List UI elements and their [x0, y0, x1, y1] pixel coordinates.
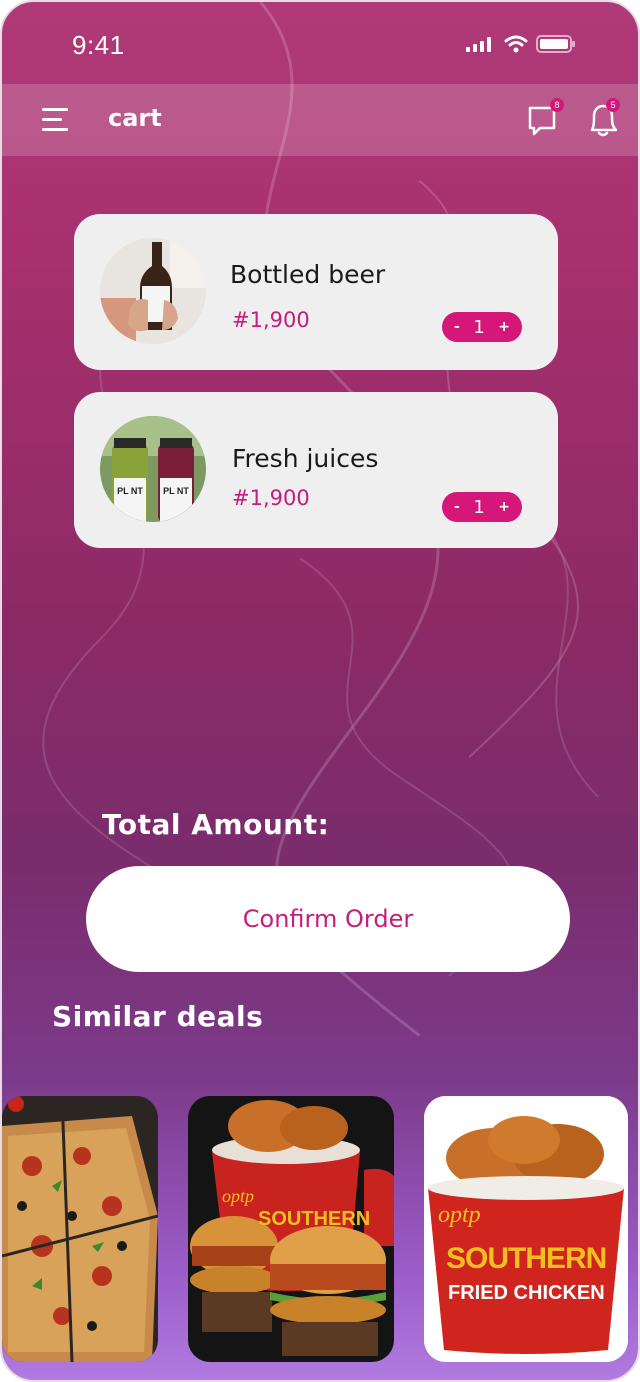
item-price: #1,900: [232, 486, 310, 510]
quantity-value: 1: [473, 496, 485, 518]
chat-badge: 8: [550, 98, 564, 112]
pizza-image: [2, 1096, 158, 1362]
cart-item[interactable]: PL NT PL NT Fresh juices #1,900 - 1 +: [74, 392, 558, 548]
quantity-stepper: - 1 +: [442, 492, 522, 522]
deal-card-chicken-burgers[interactable]: optp SOUTHERN: [188, 1096, 394, 1362]
signal-icon: [466, 37, 491, 52]
juice-bottle-label: PL NT: [163, 486, 189, 496]
bucket-brand: optp: [438, 1202, 481, 1228]
bucket-text-southern: SOUTHERN: [446, 1242, 607, 1275]
chicken-bucket-image: [424, 1096, 628, 1362]
menu-icon[interactable]: [42, 108, 70, 132]
deal-card-southern-fried-chicken[interactable]: optp SOUTHERN FRIED CHICKEN: [424, 1096, 628, 1362]
increase-qty-button[interactable]: +: [498, 319, 510, 335]
item-name: Fresh juices: [232, 444, 379, 473]
quantity-stepper: - 1 +: [442, 312, 522, 342]
juice-bottles-image: PL NT PL NT: [100, 416, 206, 522]
deal-card-pizza[interactable]: [2, 1096, 158, 1362]
quantity-value: 1: [473, 316, 485, 338]
page-title: cart: [108, 104, 162, 132]
beer-bottle-image: [100, 238, 206, 344]
increase-qty-button[interactable]: +: [498, 499, 510, 515]
decrease-qty-button[interactable]: -: [454, 319, 460, 335]
bucket-text: SOUTHERN: [258, 1208, 371, 1230]
total-amount-label: Total Amount:: [102, 808, 330, 841]
status-icons: [466, 34, 576, 54]
bucket-text-fried-chicken: FRIED CHICKEN: [448, 1282, 605, 1304]
similar-deals-title: Similar deals: [52, 1000, 264, 1033]
wifi-icon: [504, 35, 528, 53]
item-price: #1,900: [232, 308, 310, 332]
status-time: 9:41: [72, 30, 125, 60]
chat-icon[interactable]: 8: [526, 98, 564, 138]
phone-screen: 9:41 cart 8 5 Bottled beer #1,900 - 1 + …: [0, 0, 640, 1382]
app-header: cart 8 5: [2, 84, 638, 156]
bucket-brand: optp: [222, 1186, 255, 1206]
status-bar: 9:41: [2, 2, 638, 84]
item-name: Bottled beer: [230, 260, 386, 289]
bell-icon[interactable]: 5: [586, 98, 620, 138]
decrease-qty-button[interactable]: -: [454, 499, 460, 515]
confirm-order-button[interactable]: Confirm Order: [86, 866, 570, 972]
juice-bottle-label: PL NT: [117, 486, 143, 496]
cart-item[interactable]: Bottled beer #1,900 - 1 +: [74, 214, 558, 370]
battery-icon: [536, 35, 575, 53]
notification-badge: 5: [606, 98, 620, 112]
